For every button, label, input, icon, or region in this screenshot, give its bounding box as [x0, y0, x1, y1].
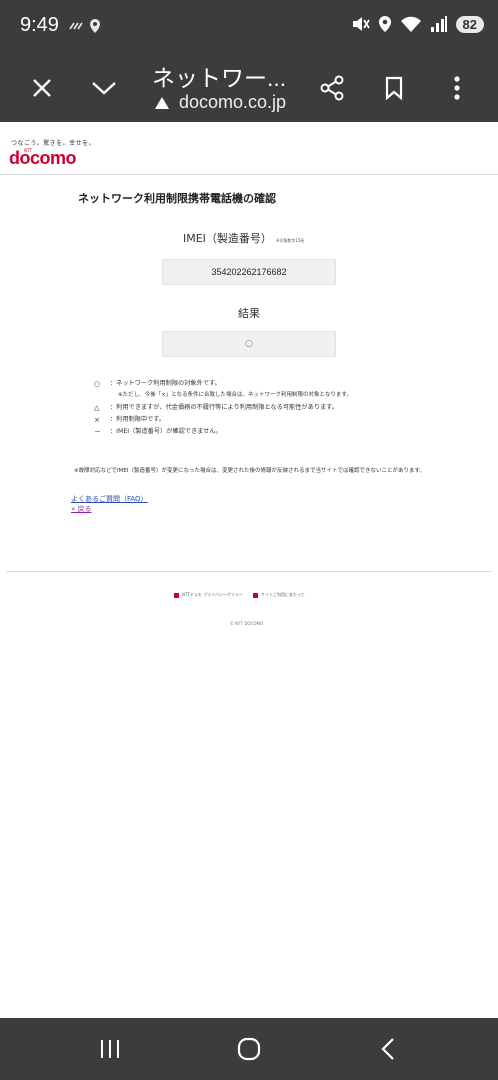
notification-icons: [69, 19, 100, 33]
web-page: つなごう。驚きを。幸せを。 NTT docomo ネットワーク利用制限携帯電話機…: [0, 122, 498, 1018]
docomo-logo[interactable]: docomo: [9, 148, 77, 169]
chevron-down-icon: [92, 82, 116, 95]
brand-tagline: つなごう。驚きを。幸せを。: [11, 140, 96, 147]
status-left-icons: [68, 17, 108, 39]
close-icon: [33, 79, 51, 97]
more-vert-icon: [454, 76, 460, 100]
minimize-button[interactable]: [82, 66, 126, 110]
more-options-button[interactable]: [435, 66, 479, 110]
faq-link[interactable]: よくあるご質問（FAQ）: [71, 494, 148, 504]
recent-apps-button[interactable]: [90, 1032, 130, 1066]
legend-item: × ：利用制限中です。: [94, 414, 352, 426]
site-terms-link[interactable]: サイトご利用にあたって: [253, 592, 305, 598]
legend-text: ：ネットワーク利用制限の対象外です。: [110, 379, 221, 387]
legend-text: ：利用できますが、代金債務の不履行等により利用制限となる可能性があります。: [110, 403, 338, 411]
footer-links: NTTドコモ プライバシーポリシー サイトご利用にあたって: [174, 592, 305, 598]
bullet-icon: [174, 592, 179, 598]
status-time: 9:49: [20, 14, 59, 36]
battery-indicator: 82: [455, 15, 484, 33]
browser-toolbar: ネットワー... docomo.co.jp: [0, 54, 498, 122]
share-icon: [320, 75, 344, 101]
result-legend: ○ ：ネットワーク利用制限の対象外です。 ※ただし、今後「×」となる条件に合致し…: [94, 378, 352, 438]
copyright: © NTT DOCOMO: [230, 621, 264, 626]
imei-note: ※半角数字15桁: [275, 238, 305, 243]
mute-icon: [352, 17, 370, 31]
status-bar: 9:49 82: [0, 0, 498, 54]
site-terms-text: サイトご利用にあたって: [261, 592, 305, 597]
bookmark-icon: [385, 76, 403, 100]
privacy-policy-text: NTTドコモ プライバシーポリシー: [182, 592, 243, 597]
footer-divider: [6, 571, 492, 572]
share-button[interactable]: [310, 66, 354, 110]
legend-item: ※ただし、今後「×」となる条件に合致した場合は、ネットワーク利用制限の対象となり…: [94, 390, 352, 402]
bullet-icon: [253, 592, 258, 598]
home-button[interactable]: [229, 1032, 269, 1066]
back-arrow-icon: [381, 1038, 394, 1060]
header-divider: [0, 174, 498, 175]
url-text: docomo.co.jp: [179, 92, 287, 112]
imei-label: IMEI（製造番号） ※半角数字15桁: [183, 230, 304, 246]
back-button[interactable]: [368, 1032, 408, 1066]
warning-icon: [155, 96, 169, 109]
legend-symbol: －: [94, 427, 101, 436]
legend-text: ：IMEI（製造番号）が確認できません。: [110, 427, 222, 435]
legend-symbol: ×: [94, 415, 100, 424]
legend-item: △ ：利用できますが、代金債務の不履行等により利用制限となる可能性があります。: [94, 402, 352, 414]
status-right-icons: 82: [350, 15, 484, 33]
recent-apps-icon: [101, 1040, 119, 1058]
result-label: 結果: [238, 307, 260, 320]
back-link[interactable]: « 戻る: [71, 504, 92, 514]
imei-label-text: IMEI（製造番号）: [183, 232, 272, 245]
legend-text: ：利用制限中です。: [110, 415, 166, 423]
legend-item: － ：IMEI（製造番号）が確認できません。: [94, 426, 352, 438]
legend-symbol: ○: [94, 379, 101, 388]
imei-change-note: ※故障対応などでIMEI（製造番号）が変更になった場合は、変更された後の情報が反…: [74, 468, 425, 474]
legend-item: ○ ：ネットワーク利用制限の対象外です。: [94, 378, 352, 390]
signal-icon: [430, 16, 447, 32]
privacy-policy-link[interactable]: NTTドコモ プライバシーポリシー: [174, 592, 243, 598]
imei-input[interactable]: 354202262176682: [162, 259, 336, 285]
legend-text: ※ただし、今後「×」となる条件に合致した場合は、ネットワーク利用制限の対象となり…: [118, 392, 352, 399]
navigation-bar: [0, 1018, 498, 1080]
result-field: ○: [162, 331, 336, 357]
legend-symbol: △: [94, 403, 100, 412]
page-tab-title: ネットワー...: [152, 65, 287, 91]
wifi-icon: [400, 16, 421, 32]
bookmark-button[interactable]: [372, 66, 416, 110]
location-icon: [378, 16, 391, 32]
url-display[interactable]: docomo.co.jp: [155, 92, 286, 113]
page-title: ネットワーク利用制限携帯電話機の確認: [78, 192, 276, 205]
close-tab-button[interactable]: [20, 66, 64, 110]
home-icon: [237, 1037, 261, 1061]
